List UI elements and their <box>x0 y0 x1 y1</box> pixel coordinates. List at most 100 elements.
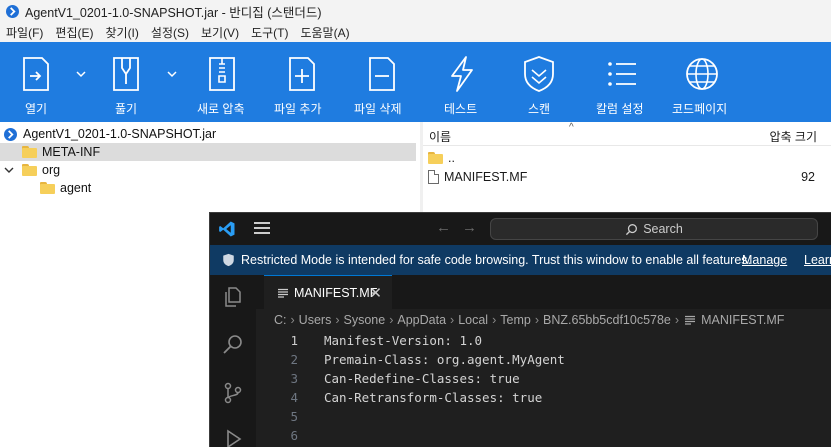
new-archive-label: 새로 압축 <box>197 102 245 116</box>
open-button[interactable]: 열기 <box>16 42 56 122</box>
file-row[interactable]: MANIFEST.MF 92 <box>423 167 831 187</box>
column-header-name[interactable]: 이름 <box>429 128 451 145</box>
line-number: 3 <box>290 371 298 386</box>
folder-icon <box>22 146 37 158</box>
file-size: 92 <box>801 170 815 184</box>
line-number: 5 <box>290 409 298 424</box>
close-tab-icon[interactable]: ✕ <box>369 284 382 302</box>
back-arrow-icon[interactable]: ← <box>436 219 451 236</box>
column-settings-button[interactable]: 칼럼 설정 <box>596 42 644 122</box>
extract-button[interactable]: 풀기 <box>106 42 146 122</box>
tree-root-label: AgentV1_0201-1.0-SNAPSHOT.jar <box>23 127 217 141</box>
menu-file[interactable]: 파일(F) <box>6 24 43 41</box>
window-title: AgentV1_0201-1.0-SNAPSHOT.jar - 반디집 (스탠더… <box>25 5 322 20</box>
tree-item-org[interactable]: org <box>4 161 418 179</box>
archive-root-icon <box>4 127 17 141</box>
vscode-logo-icon <box>219 221 235 237</box>
search-icon <box>626 223 638 235</box>
file-list-header: 이름 ^ 압축 크기 <box>423 122 831 146</box>
menu-bar: 파일(F) 편집(E) 찾기(I) 설정(S) 보기(V) 도구(T) 도움말(… <box>0 22 831 42</box>
test-button[interactable]: 테스트 <box>442 42 482 122</box>
activity-bar <box>210 275 256 447</box>
code-line: 2 Premain-Class: org.agent.MyAgent <box>256 350 831 369</box>
tree-root[interactable]: AgentV1_0201-1.0-SNAPSHOT.jar <box>4 125 418 143</box>
column-header-size[interactable]: 압축 크기 <box>770 128 818 145</box>
breadcrumb-item[interactable]: Temp <box>500 313 531 327</box>
folder-icon <box>22 164 37 176</box>
delete-file-icon <box>369 57 395 91</box>
scan-button[interactable]: 스캔 <box>519 42 559 122</box>
code-line: 6 <box>256 426 831 445</box>
file-row[interactable]: .. <box>423 148 831 168</box>
breadcrumb-item[interactable]: Users <box>299 313 332 327</box>
menu-find[interactable]: 찾기(I) <box>105 24 138 41</box>
list-icon <box>608 62 636 86</box>
learn-more-link[interactable]: Learn <box>804 253 831 267</box>
globe-icon <box>686 58 718 90</box>
codepage-button[interactable]: 코드페이지 <box>672 42 727 122</box>
menu-tools[interactable]: 도구(T) <box>251 24 288 41</box>
extract-label: 풀기 <box>114 102 138 116</box>
tree-item-meta-inf[interactable]: META-INF <box>0 143 416 161</box>
line-text: Can-Retransform-Classes: true <box>324 390 543 405</box>
line-number: 4 <box>290 390 298 405</box>
test-label: 테스트 <box>444 102 478 116</box>
tab-manifest[interactable]: MANIFEST.MF ✕ <box>264 275 392 309</box>
archive-icon <box>209 57 235 91</box>
chevron-right-icon: › <box>492 313 497 327</box>
folder-icon <box>40 182 55 194</box>
code-line: 4 Can-Retransform-Classes: true <box>256 388 831 407</box>
tree-item-label: org <box>42 163 61 177</box>
tree-item-agent[interactable]: agent <box>40 179 418 197</box>
forward-arrow-icon[interactable]: → <box>462 219 477 236</box>
menu-settings[interactable]: 설정(S) <box>151 24 189 41</box>
extract-icon <box>113 57 139 91</box>
line-number: 1 <box>290 333 298 348</box>
folder-up-icon <box>428 152 443 164</box>
editor-tabs: MANIFEST.MF ✕ <box>256 275 831 309</box>
delete-file-button[interactable]: 파일 삭제 <box>354 42 402 122</box>
open-dropdown-icon[interactable] <box>76 70 86 78</box>
line-text: Manifest-Version: 1.0 <box>324 333 483 348</box>
search-icon[interactable] <box>221 333 245 357</box>
menu-edit[interactable]: 편집(E) <box>55 24 93 41</box>
extract-dropdown-icon[interactable] <box>167 70 177 78</box>
title-bar: AgentV1_0201-1.0-SNAPSHOT.jar - 반디집 (스탠더… <box>0 0 831 22</box>
chevron-down-icon[interactable] <box>4 166 14 174</box>
chevron-right-icon: › <box>389 313 394 327</box>
document-icon <box>428 170 439 184</box>
code-line: 1 Manifest-Version: 1.0 <box>256 331 831 350</box>
breadcrumb: C: › Users › Sysone › AppData › Local › Temp ›… <box>256 309 831 331</box>
chevron-right-icon: › <box>290 313 295 327</box>
manage-link[interactable]: Manage <box>742 253 787 267</box>
breadcrumb-item[interactable]: MANIFEST.MF <box>701 313 784 327</box>
explorer-icon[interactable] <box>221 285 245 309</box>
chevron-right-icon: › <box>534 313 540 327</box>
file-list: 이름 ^ 압축 크기 .. MANIFEST.MF 92 <box>423 122 831 212</box>
command-search-box[interactable]: Search <box>490 218 818 240</box>
codepage-label: 코드페이지 <box>672 102 728 116</box>
bandizip-logo-icon <box>6 4 19 18</box>
search-label: Search <box>643 222 683 236</box>
add-file-button[interactable]: 파일 추가 <box>274 42 322 122</box>
code-editor[interactable]: 1 Manifest-Version: 1.0 2 Premain-Class:… <box>256 331 831 447</box>
breadcrumb-item[interactable]: Sysone <box>344 313 386 327</box>
new-archive-button[interactable]: 새로 압축 <box>197 42 245 122</box>
line-number: 2 <box>290 352 298 367</box>
menu-help[interactable]: 도움말(A) <box>300 24 349 41</box>
breadcrumb-item[interactable]: BNZ.65bb5cdf10c578e <box>543 313 671 327</box>
breadcrumb-item[interactable]: AppData <box>397 313 446 327</box>
line-text: Can-Redefine-Classes: true <box>324 371 520 386</box>
breadcrumb-item[interactable]: C: <box>274 313 287 327</box>
file-lines-icon <box>278 288 288 298</box>
chevron-right-icon: › <box>450 313 455 327</box>
run-debug-icon[interactable] <box>221 427 245 447</box>
hamburger-menu-icon[interactable] <box>254 222 270 236</box>
add-file-icon <box>289 57 315 91</box>
source-control-icon[interactable] <box>221 381 245 405</box>
breadcrumb-item[interactable]: Local <box>458 313 488 327</box>
menu-view[interactable]: 보기(V) <box>201 24 239 41</box>
tree-item-label: agent <box>60 181 92 195</box>
line-text: Premain-Class: org.agent.MyAgent <box>324 352 565 367</box>
lightning-icon <box>451 56 473 92</box>
